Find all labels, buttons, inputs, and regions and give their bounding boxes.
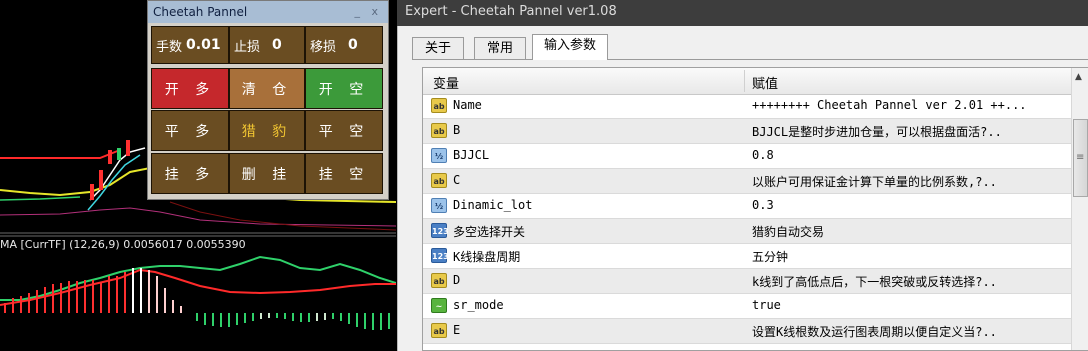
enum-type-icon: 123 bbox=[431, 223, 449, 238]
tab-inputs[interactable]: 输入参数 bbox=[532, 34, 608, 60]
ma-line-red-upper bbox=[0, 149, 121, 159]
table-row[interactable]: ½ Dinamic_lot 0.3 bbox=[423, 194, 1073, 219]
parameter-name: Dinamic_lot bbox=[453, 198, 533, 212]
expert-window-title[interactable]: Expert - Cheetah Pannel ver1.08 bbox=[397, 0, 1088, 26]
string-type-icon: ab bbox=[431, 323, 447, 338]
parameter-name: 多空选择开关 bbox=[453, 225, 526, 239]
candle bbox=[99, 170, 103, 190]
candle bbox=[108, 150, 112, 164]
parameter-name: E bbox=[453, 323, 461, 337]
column-header-variable[interactable]: 变量 bbox=[433, 73, 459, 92]
parameter-value[interactable]: 设置K线根数及运行图表周期以便自定义当?.. bbox=[752, 323, 997, 340]
close-long-button[interactable]: 平 多 bbox=[151, 110, 229, 151]
ma-line-magenta bbox=[0, 207, 396, 227]
table-header: 变量 赋值 bbox=[423, 68, 1073, 95]
open-short-button[interactable]: 开 空 bbox=[305, 68, 383, 109]
panel-title: Cheetah Pannel bbox=[153, 5, 248, 19]
enum-type-icon: 123 bbox=[431, 248, 449, 263]
lot-size-label: 手数 bbox=[156, 39, 183, 55]
cheetah-panel: Cheetah Pannel _ x 手数 0.01 止损 0 移损 0 开 多 清 … bbox=[147, 0, 389, 200]
ma-line-green-upper bbox=[0, 196, 81, 201]
tab-about[interactable]: 关于 bbox=[412, 37, 464, 59]
table-row[interactable]: ½ BJJCL 0.8 bbox=[423, 144, 1073, 169]
expert-properties-window: Expert - Cheetah Pannel ver1.08 关于 常用 输入… bbox=[397, 0, 1088, 351]
parameter-value[interactable]: 以账户可用保证金计算下单量的比例系数,?.. bbox=[752, 173, 997, 190]
lot-size-field[interactable]: 手数 0.01 bbox=[151, 26, 229, 64]
string-type-icon: ab bbox=[431, 123, 447, 138]
table-row[interactable]: ~ sr_mode true bbox=[423, 294, 1073, 319]
string-type-icon: ab bbox=[431, 98, 447, 113]
parameter-name: B bbox=[453, 123, 461, 137]
stop-loss-value: 0 bbox=[272, 37, 282, 53]
candle bbox=[90, 184, 94, 200]
candle bbox=[126, 140, 130, 156]
vertical-scrollbar[interactable]: ▲ ≡ bbox=[1071, 68, 1088, 350]
double-type-icon: ½ bbox=[431, 198, 447, 213]
string-type-icon: ab bbox=[431, 173, 447, 188]
tab-divider bbox=[412, 59, 1088, 60]
table-row[interactable]: ab Dk线到了高低点后，下一根突破或反转选择?.. bbox=[423, 269, 1073, 294]
stop-loss-label: 止损 bbox=[234, 39, 261, 55]
column-header-value[interactable]: 赋值 bbox=[752, 73, 778, 92]
expert-window-body: 关于 常用 输入参数 变量 赋值 ab Name ++++++++ Cheetah … bbox=[397, 26, 1088, 351]
parameter-name: K线操盘周期 bbox=[453, 250, 521, 264]
cheetah-auto-button[interactable]: 猎 豹 bbox=[229, 110, 305, 151]
macd-indicator-label: MA [CurrTF] (12,26,9) 0.0056017 0.005539… bbox=[0, 238, 246, 251]
pending-short-button[interactable]: 挂 空 bbox=[305, 153, 383, 194]
parameter-name: Name bbox=[453, 98, 482, 112]
tab-common[interactable]: 常用 bbox=[474, 37, 526, 59]
macd-line-red bbox=[0, 268, 396, 306]
scroll-up-arrow-icon[interactable]: ▲ bbox=[1075, 72, 1082, 82]
parameter-value[interactable]: BJJCL是整时步进加仓量，可以根据盘面活?.. bbox=[752, 123, 1002, 140]
scrollbar-thumb[interactable]: ≡ bbox=[1073, 119, 1088, 197]
panel-window-controls[interactable]: _ x bbox=[354, 1, 382, 23]
macd-histogram bbox=[4, 268, 390, 330]
table-row[interactable]: 123 多空选择开关 猎豹自动交易 bbox=[423, 219, 1073, 244]
close-all-button[interactable]: 清 仓 bbox=[229, 68, 305, 109]
lot-size-value: 0.01 bbox=[186, 37, 221, 53]
table-row[interactable]: ab E 设置K线根数及运行图表周期以便自定义当?.. bbox=[423, 319, 1073, 344]
grip-icon: ≡ bbox=[1076, 152, 1085, 163]
parameter-name: BJJCL bbox=[453, 148, 490, 162]
delete-pending-button[interactable]: 删 挂 bbox=[229, 153, 305, 194]
input-parameters-table[interactable]: 变量 赋值 ab Name ++++++++ Cheetah Pannel ver … bbox=[422, 67, 1088, 351]
trailing-stop-value: 0 bbox=[348, 37, 358, 53]
panel-title-bar[interactable]: Cheetah Pannel _ x bbox=[148, 1, 388, 23]
table-row[interactable]: 123 K线操盘周期 五分钟 bbox=[423, 244, 1073, 269]
parameter-value[interactable]: 五分钟 bbox=[752, 248, 788, 265]
pending-long-button[interactable]: 挂 多 bbox=[151, 153, 229, 194]
table-row[interactable]: ab C 以账户可用保证金计算下单量的比例系数,?.. bbox=[423, 169, 1073, 194]
parameter-name: sr_mode bbox=[453, 298, 504, 312]
candle bbox=[117, 148, 121, 160]
parameter-value[interactable]: 0.3 bbox=[752, 198, 774, 212]
parameter-value[interactable]: 猎豹自动交易 bbox=[752, 223, 824, 240]
trailing-stop-label: 移损 bbox=[310, 39, 337, 55]
bool-type-icon: ~ bbox=[431, 298, 447, 313]
string-type-icon: ab bbox=[431, 273, 447, 288]
table-row[interactable]: ab B BJJCL是整时步进加仓量，可以根据盘面活?.. bbox=[423, 119, 1073, 144]
stop-loss-field[interactable]: 止损 0 bbox=[229, 26, 305, 64]
parameter-name: C bbox=[453, 173, 461, 187]
parameter-value[interactable]: true bbox=[752, 298, 781, 312]
parameter-value[interactable]: 0.8 bbox=[752, 148, 774, 162]
parameter-value[interactable]: ++++++++ Cheetah Pannel ver 2.01 ++... bbox=[752, 98, 1027, 112]
double-type-icon: ½ bbox=[431, 148, 447, 163]
table-row[interactable]: ab Name ++++++++ Cheetah Pannel ver 2.01 +… bbox=[423, 94, 1073, 119]
close-short-button[interactable]: 平 空 bbox=[305, 110, 383, 151]
column-separator[interactable] bbox=[744, 70, 745, 92]
open-long-button[interactable]: 开 多 bbox=[151, 68, 229, 109]
parameter-value[interactable]: k线到了高低点后，下一根突破或反转选择?.. bbox=[752, 273, 997, 290]
parameter-name: D bbox=[453, 273, 461, 287]
trailing-stop-field[interactable]: 移损 0 bbox=[305, 26, 383, 64]
